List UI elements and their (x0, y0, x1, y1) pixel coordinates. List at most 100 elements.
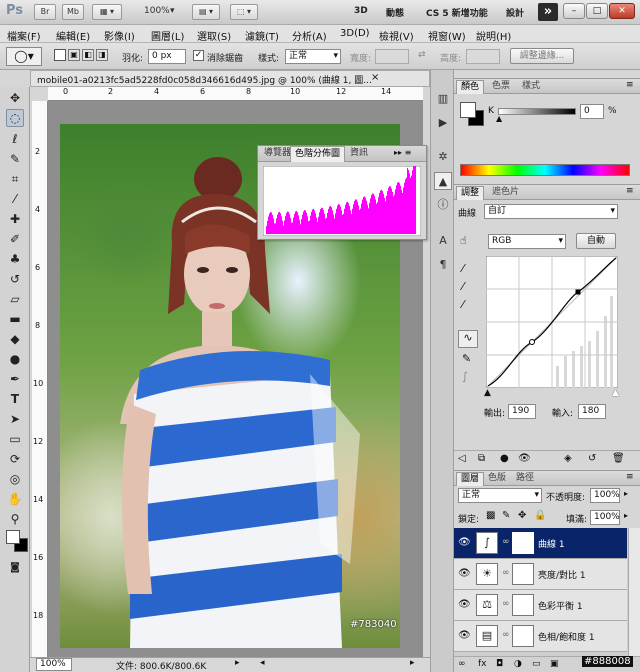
blend-mode-select[interactable]: 正常 ▾ (458, 488, 542, 503)
menu-window[interactable]: 視窗(W) (428, 28, 466, 43)
foreground-color-swatch[interactable] (6, 530, 20, 544)
gradient-tool-icon[interactable]: ▬ (6, 310, 24, 328)
layer-name[interactable]: 色彩平衡 1 (538, 599, 583, 612)
layer-row[interactable]: 👁 ☀ ∞ 亮度/對比 1 (454, 559, 627, 590)
lock-all-icon[interactable]: 🔒 (534, 510, 546, 521)
layer-name[interactable]: 曲線 1 (538, 537, 565, 550)
history-brush-tool-icon[interactable]: ↺ (6, 270, 24, 288)
view-previous-icon[interactable]: ◈ (564, 453, 572, 464)
layer-visibility-icon[interactable]: 👁 (458, 568, 471, 579)
scroll-right-icon[interactable]: ▸ (410, 658, 415, 668)
paragraph-panel-icon[interactable]: ¶ (434, 256, 452, 274)
zoom-field[interactable]: 100% (36, 658, 72, 671)
layer-visibility-icon[interactable]: 👁 (458, 630, 471, 641)
k-slider[interactable] (498, 108, 576, 115)
layer-visibility-icon[interactable]: 👁 (458, 599, 471, 610)
tab-swatches[interactable]: 色票 (488, 80, 514, 94)
shape-tool-icon[interactable]: ▭ (6, 430, 24, 448)
black-input-slider-icon[interactable]: ▲ (484, 388, 491, 398)
zoom-dropdown-icon[interactable]: ▾ (170, 6, 175, 16)
move-tool-icon[interactable]: ✥ (6, 89, 24, 107)
workspace-3d[interactable]: 3D (354, 6, 368, 16)
input-input[interactable]: 180 (578, 404, 606, 419)
restore-button[interactable]: □ (586, 3, 608, 19)
fill-dropdown-icon[interactable]: ▸ (624, 511, 628, 520)
layer-mask-thumbnail[interactable] (512, 532, 534, 554)
eyedropper-tool-icon[interactable]: ⁄ (6, 190, 24, 208)
layer-mask-thumbnail[interactable] (512, 594, 534, 616)
toggle-visibility-icon[interactable]: 👁 (518, 453, 531, 464)
type-tool-icon[interactable]: T (6, 390, 24, 408)
tab-info[interactable]: 資訊 (346, 146, 372, 162)
curves-graph[interactable] (486, 256, 618, 388)
scroll-left-icon[interactable]: ◂ (260, 658, 265, 668)
eraser-tool-icon[interactable]: ▱ (6, 290, 24, 308)
close-document-icon[interactable]: × (371, 72, 379, 83)
minimize-button[interactable]: – (563, 3, 585, 19)
gray-point-eyedropper-icon[interactable]: ⁄ (462, 280, 464, 293)
menu-image[interactable]: 影像(I) (104, 28, 135, 43)
panel-menu-icon[interactable]: ▸▸ ≡ (394, 148, 411, 157)
pen-tool-icon[interactable]: ✒ (6, 370, 24, 388)
fill-input[interactable]: 100% (590, 510, 620, 525)
auto-button[interactable]: 自動 (576, 233, 616, 249)
panel-menu-icon[interactable]: ≡ (626, 80, 634, 90)
info-panel-icon[interactable]: ⓘ (434, 196, 452, 214)
black-point-eyedropper-icon[interactable]: ⁄ (462, 262, 464, 275)
marquee-tool-icon[interactable]: ◌ (6, 109, 24, 127)
height-input[interactable] (466, 49, 500, 64)
status-menu-icon[interactable]: ▸ (235, 658, 240, 668)
menu-3d[interactable]: 3D(D) (340, 28, 370, 39)
tab-styles[interactable]: 樣式 (518, 80, 544, 94)
menu-help[interactable]: 說明(H) (476, 28, 511, 43)
hand-tool-icon[interactable]: ✋ (6, 490, 24, 508)
layer-name[interactable]: 亮度/對比 1 (538, 568, 586, 581)
add-mask-icon[interactable]: ◘ (496, 659, 503, 669)
delete-adjustment-icon[interactable]: 🗑 (612, 453, 625, 464)
lock-transparency-icon[interactable]: ▩ (486, 510, 495, 521)
selection-mode-subtract[interactable]: ◧ (82, 49, 94, 61)
3d-rotate-tool-icon[interactable]: ⟳ (6, 450, 24, 468)
reset-icon[interactable]: ↺ (588, 453, 596, 464)
k-value-input[interactable]: 0 (580, 104, 604, 119)
more-workspaces-button[interactable]: » (538, 3, 558, 21)
layer-style-icon[interactable]: fx (478, 659, 487, 669)
panel-menu-icon[interactable]: ≡ (626, 472, 634, 482)
output-input[interactable]: 190 (508, 404, 536, 419)
style-select[interactable]: 正常 ▾ (285, 49, 341, 64)
refine-edge-button[interactable]: 調整邊緣... (510, 48, 574, 64)
opacity-input[interactable]: 100% (590, 488, 620, 503)
spot-healing-tool-icon[interactable]: ✚ (6, 210, 24, 228)
clip-to-layer-icon[interactable]: ● (500, 453, 509, 464)
tab-color[interactable]: 顏色 (456, 80, 485, 94)
link-layers-icon[interactable]: ∞ (458, 659, 466, 669)
view-extras-button[interactable]: ▦ ▾ (92, 4, 122, 20)
white-point-eyedropper-icon[interactable]: ⁄ (462, 298, 464, 311)
return-to-list-icon[interactable]: ◁ (458, 453, 466, 464)
zoom-level[interactable]: 100% (144, 6, 170, 16)
layers-scrollbar[interactable] (628, 528, 640, 656)
workspace-cs5-new[interactable]: CS 5 新增功能 (426, 6, 488, 19)
white-input-slider-icon[interactable]: ▲ (612, 388, 619, 398)
opacity-dropdown-icon[interactable]: ▸ (624, 489, 628, 498)
menu-edit[interactable]: 編輯(E) (56, 28, 90, 43)
dodge-tool-icon[interactable]: ● (6, 350, 24, 368)
layer-row[interactable]: 👁 ∫ ∞ 曲線 1 (454, 528, 627, 559)
channel-select[interactable]: RGB ▾ (488, 234, 566, 249)
selection-mode-new[interactable] (54, 49, 66, 61)
workspace-motion[interactable]: 動態 (386, 6, 404, 19)
panel-menu-icon[interactable]: ≡ (626, 186, 634, 196)
tab-adjustments[interactable]: 調整 (456, 186, 485, 200)
slider-thumb-icon[interactable]: ▲ (496, 114, 502, 123)
path-select-tool-icon[interactable]: ➤ (6, 410, 24, 428)
tool-preset-picker[interactable]: ◯▾ (6, 47, 42, 66)
selection-mode-add[interactable]: ▣ (68, 49, 80, 61)
launch-bridge-button[interactable]: Br (34, 4, 56, 20)
layer-mask-thumbnail[interactable] (512, 625, 534, 647)
3d-orbit-tool-icon[interactable]: ◎ (6, 470, 24, 488)
brush-presets-icon[interactable]: ✲ (434, 148, 452, 166)
tab-histogram[interactable]: 色階分佈圖 (290, 146, 346, 162)
curve-draw-pencil-icon[interactable]: ✎ (462, 352, 471, 365)
mini-bridge-button[interactable]: Mb (62, 4, 84, 20)
color-spectrum[interactable] (460, 164, 630, 176)
